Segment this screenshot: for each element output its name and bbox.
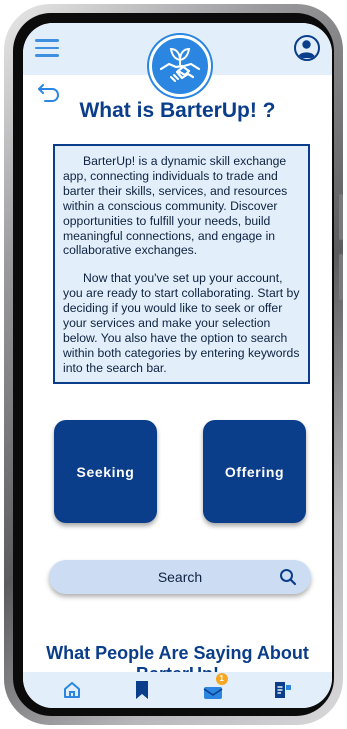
seeking-button[interactable]: Seeking [54, 420, 157, 523]
offering-button[interactable]: Offering [203, 420, 306, 523]
bottom-navigation: 1 [23, 672, 332, 708]
notification-badge: 1 [215, 673, 228, 685]
intro-paragraph: BarterUp! is a dynamic skill exchange ap… [63, 154, 288, 258]
hamburger-menu-icon[interactable] [35, 39, 59, 57]
phone-frame: What is BarterUp! ? BarterUp! is a dynam… [4, 4, 343, 725]
user-profile-icon[interactable] [294, 35, 320, 61]
search-icon[interactable] [279, 568, 297, 586]
search-placeholder[interactable]: Search [49, 560, 311, 594]
document-icon[interactable] [272, 679, 294, 701]
volume-button [339, 194, 343, 240]
home-icon[interactable] [61, 679, 83, 701]
bookmark-icon[interactable] [131, 679, 153, 701]
page-title: What is BarterUp! ? [79, 99, 276, 122]
barterup-logo-icon [149, 35, 211, 97]
search-bar[interactable]: Search [49, 560, 311, 594]
instructions-paragraph: Now that you've set up your account, you… [63, 271, 300, 375]
power-button [339, 254, 343, 300]
inbox-icon[interactable]: 1 [202, 673, 228, 701]
about-info-box: BarterUp! is a dynamic skill exchange ap… [53, 144, 310, 384]
app-screen: What is BarterUp! ? BarterUp! is a dynam… [23, 23, 332, 708]
